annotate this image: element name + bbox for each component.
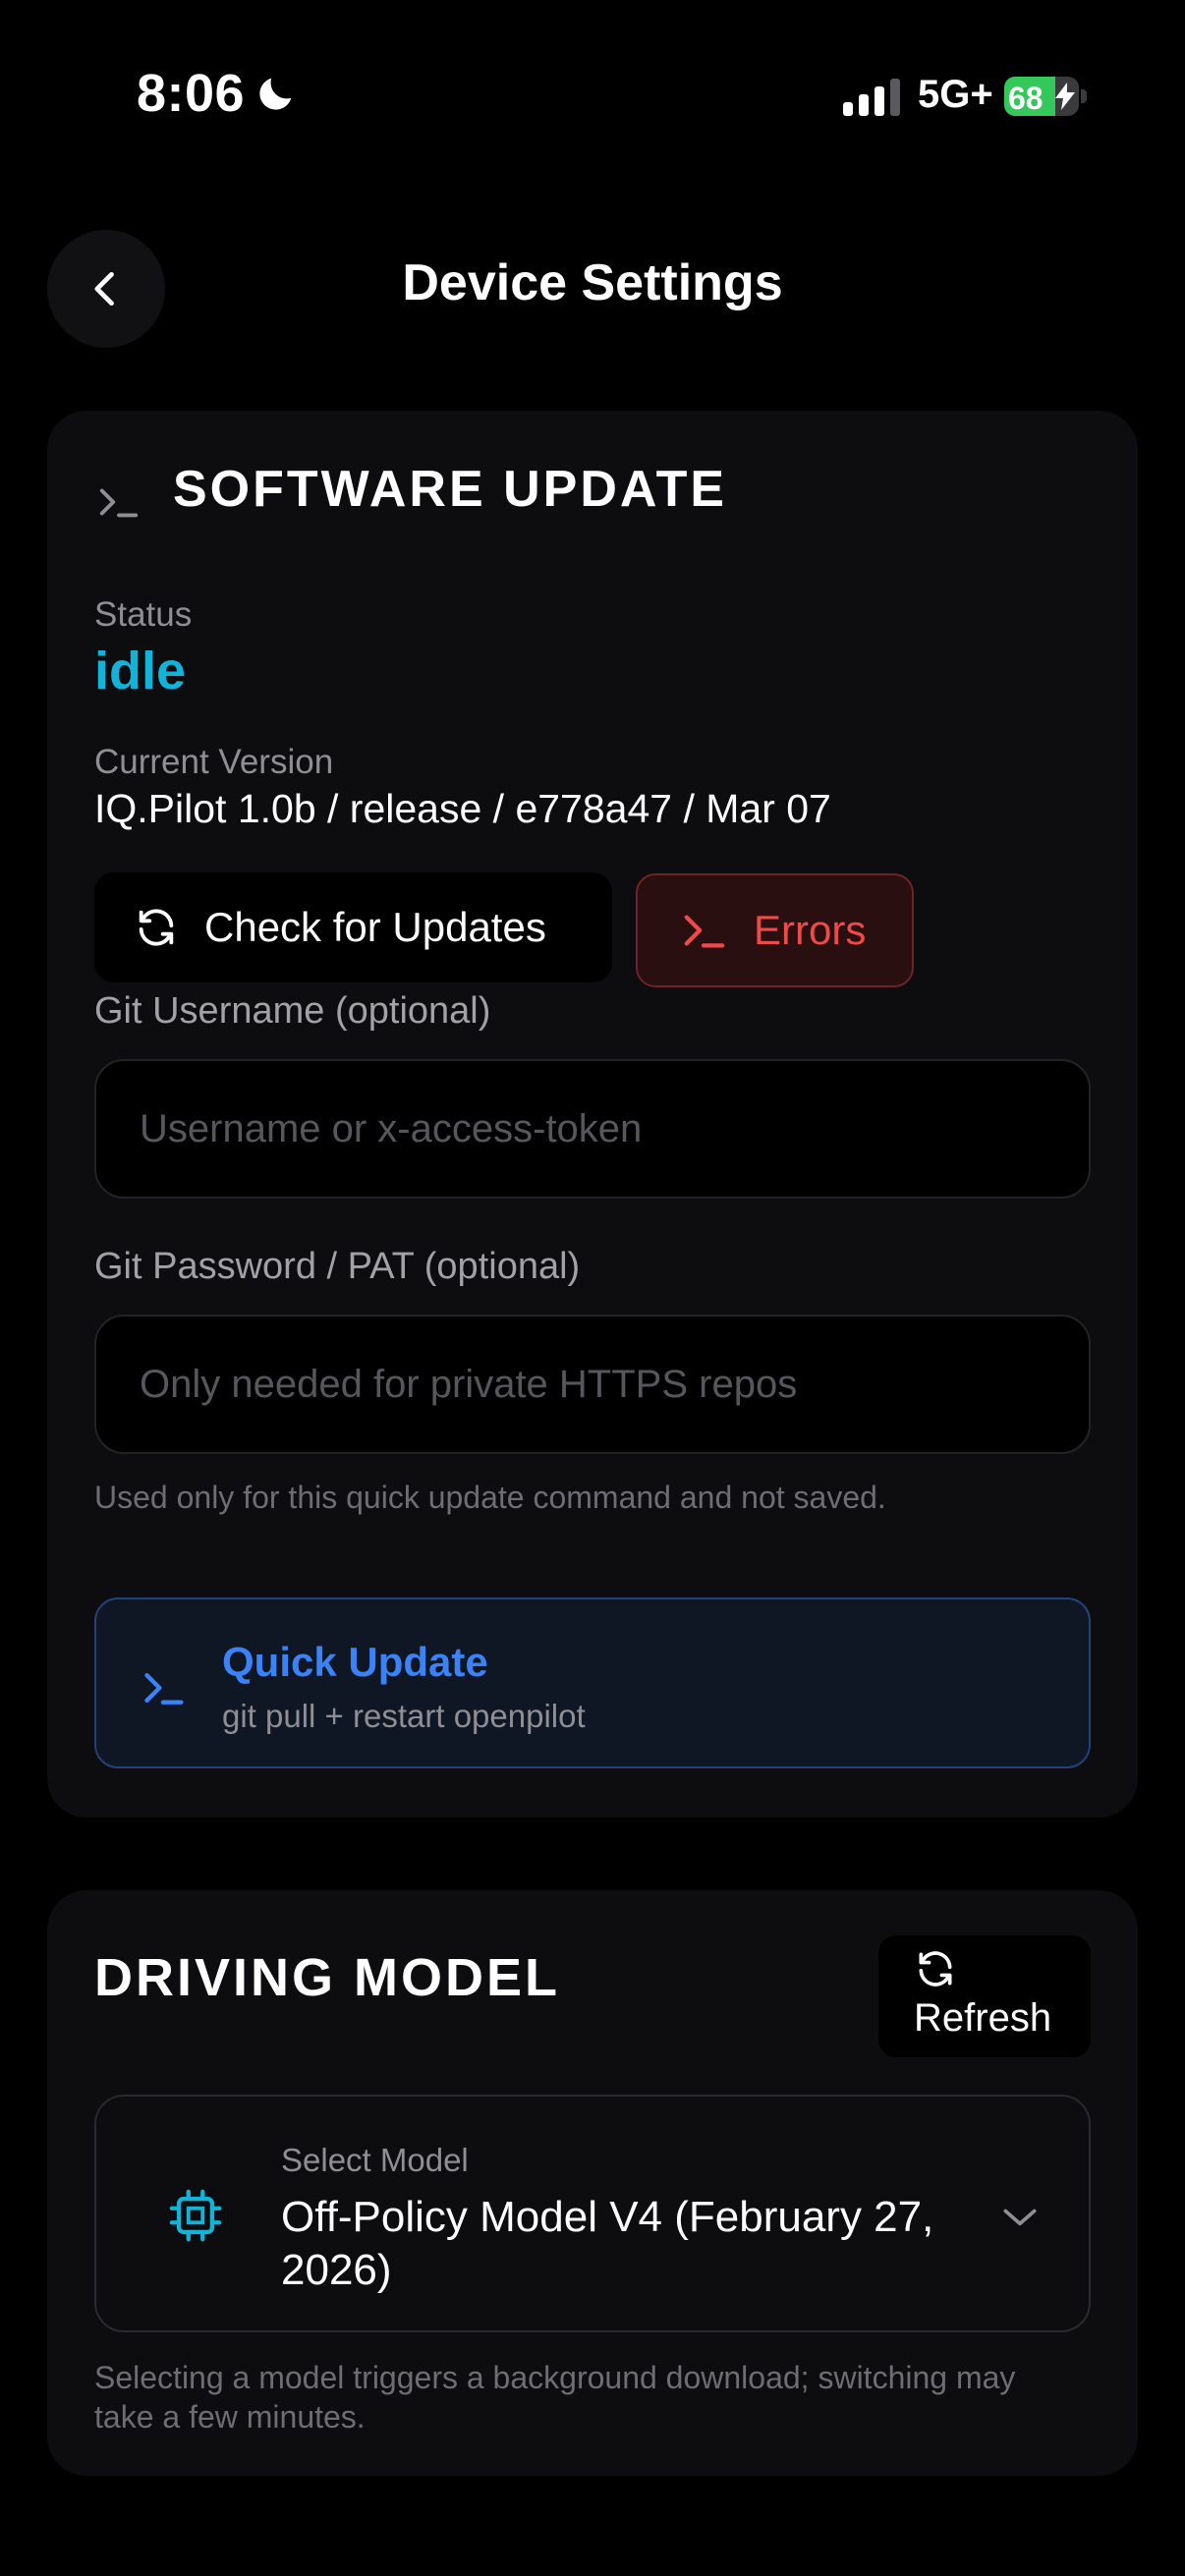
model-select[interactable]: Select Model Off-Policy Model V4 (Februa… (94, 2095, 1091, 2332)
status-value: idle (94, 642, 187, 700)
terminal-icon (684, 915, 725, 948)
refresh-icon (139, 909, 174, 946)
version-label: Current Version (94, 743, 334, 781)
errors-button[interactable]: Errors (636, 873, 914, 987)
terminal-icon (144, 1672, 184, 1705)
driving-model-title: DRIVING MODEL (94, 1948, 561, 2007)
network-type: 5G+ (918, 73, 993, 116)
refresh-button[interactable]: Refresh (878, 1935, 1091, 2057)
model-download-hint: Selecting a model triggers a background … (94, 2360, 1016, 2435)
git-username-field-wrap (94, 1059, 1091, 1199)
version-value: IQ.Pilot 1.0b / release / e778a47 / Mar … (94, 786, 831, 831)
git-password-label: Git Password / PAT (optional) (94, 1246, 581, 1287)
check-for-updates-button[interactable]: Check for Updates (94, 872, 612, 982)
quick-update-subtitle: git pull + restart openpilot (222, 1698, 586, 1734)
quick-update-title: Quick Update (222, 1639, 488, 1685)
git-username-label: Git Username (optional) (94, 990, 491, 1032)
signal-icon (843, 79, 900, 116)
check-for-updates-label: Check for Updates (204, 904, 546, 950)
status-time: 8:06 (137, 64, 246, 123)
refresh-icon (919, 1951, 952, 1987)
credentials-hint: Used only for this quick update command … (94, 1480, 886, 1515)
select-model-label: Select Model (281, 2142, 469, 2178)
page-title: Device Settings (402, 254, 783, 311)
git-password-input[interactable] (96, 1316, 1089, 1452)
select-model-value: Off-Policy Model V4 (February 27, 2026) (281, 2193, 934, 2294)
git-password-field-wrap (94, 1315, 1091, 1454)
terminal-icon (99, 488, 139, 518)
status-bar: 8:06 5G+ 68 (0, 0, 1185, 196)
battery-icon: 68 (1004, 77, 1087, 116)
software-update-title: SOFTWARE UPDATE (173, 461, 728, 518)
moon-icon (259, 78, 292, 110)
chevron-down-icon (1003, 2209, 1037, 2226)
quick-update-button[interactable]: Quick Update git pull + restart openpilo… (94, 1597, 1091, 1768)
bolt-icon (1055, 83, 1075, 110)
git-username-input[interactable] (96, 1061, 1089, 1197)
battery-cap (1081, 89, 1087, 103)
battery-percent: 68 (1008, 81, 1044, 116)
errors-label: Errors (754, 907, 867, 953)
chip-icon (169, 2189, 222, 2242)
status-label: Status (94, 595, 193, 634)
refresh-label: Refresh (914, 1996, 1052, 2040)
page: 8:06 5G+ 68 Device Settings SOFTWARE UPD… (0, 0, 1185, 2576)
